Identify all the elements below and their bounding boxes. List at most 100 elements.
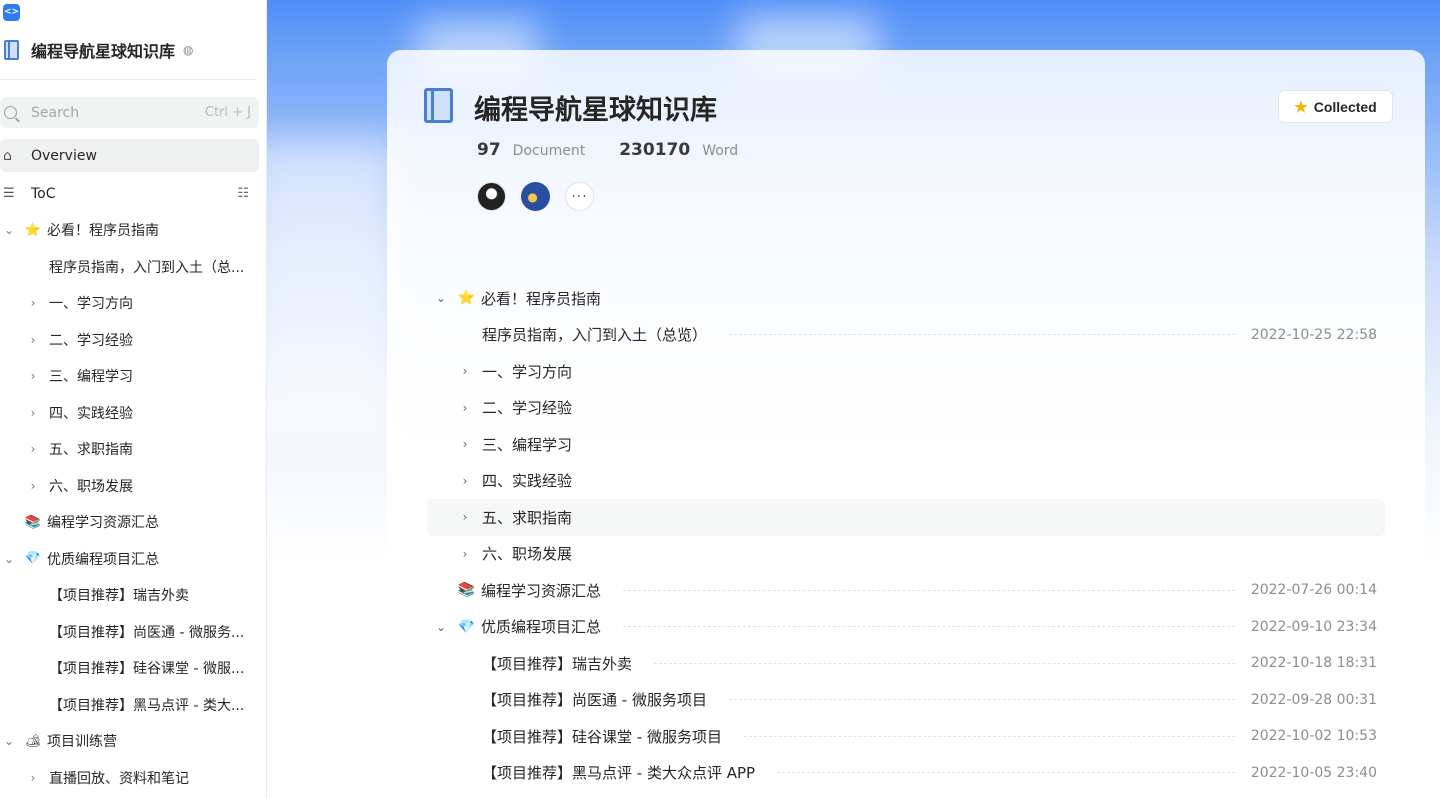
- chevron-right-icon[interactable]: ›: [27, 369, 39, 383]
- toc-row[interactable]: ⌄ ⭐ 必看！程序员指南: [427, 280, 1385, 317]
- chevron-down-icon[interactable]: ⌄: [3, 734, 15, 748]
- toc-item-title[interactable]: 编程学习资源汇总: [481, 580, 601, 601]
- toc-icon: ☰: [3, 186, 15, 201]
- toc-item-title[interactable]: 【项目推荐】硅谷课堂 - 微服务项目: [482, 726, 722, 747]
- star-emoji-icon: ⭐: [24, 222, 42, 238]
- chevron-right-icon[interactable]: ›: [458, 510, 472, 524]
- toc-item-title[interactable]: 一、学习方向: [482, 361, 572, 382]
- sidebar-tree-item[interactable]: 【项目推荐】黑马点评 - 类大...: [0, 687, 259, 724]
- toc-item-title[interactable]: 六、职场发展: [482, 543, 572, 564]
- chevron-right-icon[interactable]: ›: [27, 406, 39, 420]
- chevron-right-icon[interactable]: ›: [27, 333, 39, 347]
- toc-row[interactable]: › 四、实践经验: [427, 463, 1385, 500]
- toc-item-title[interactable]: 四、实践经验: [482, 470, 572, 491]
- more-collaborators-button[interactable]: ···: [565, 182, 594, 211]
- sidebar-tree-item[interactable]: 📚 编程学习资源汇总: [0, 504, 259, 541]
- chevron-down-icon[interactable]: ⌄: [434, 620, 448, 634]
- dotted-leader: [729, 334, 1235, 336]
- toc-item-title[interactable]: 程序员指南，入门到入土（总览）: [482, 324, 707, 345]
- books-emoji-icon: 📚: [457, 582, 476, 599]
- toc-item-title[interactable]: 【项目推荐】黑马点评 - 类大众点评 APP: [482, 762, 755, 783]
- toc-item-title[interactable]: 二、学习经验: [482, 397, 572, 418]
- toc-row[interactable]: 程序员指南，入门到入土（总览） 2022-10-25 22:58: [427, 317, 1385, 354]
- toc-item-title[interactable]: 【项目推荐】尚医通 - 微服务项目: [482, 689, 707, 710]
- sidebar-tree-item[interactable]: ⌄ 💎 优质编程项目汇总: [0, 541, 259, 578]
- toc-item-title[interactable]: 五、求职指南: [482, 507, 572, 528]
- sidebar-book-title[interactable]: 编程导航星球知识库: [31, 38, 175, 62]
- toc-item-title[interactable]: 【项目推荐】瑞吉外卖: [482, 653, 632, 674]
- sidebar-tree-item[interactable]: › 六、职场发展: [0, 468, 259, 505]
- toc-item-date: 2022-09-28 00:31: [1250, 691, 1377, 708]
- toc-row[interactable]: 【项目推荐】黑马点评 - 类大众点评 APP 2022-10-05 23:40: [427, 755, 1385, 792]
- sidebar-item-label: 【项目推荐】硅谷课堂 - 微服...: [49, 661, 245, 678]
- sidebar-item-label: 二、学习经验: [49, 332, 133, 349]
- toc-menu-icon[interactable]: ☷: [237, 186, 249, 201]
- document-label: Document: [512, 143, 586, 159]
- chevron-right-icon[interactable]: ›: [458, 401, 472, 415]
- sidebar-tree-item[interactable]: 【项目推荐】硅谷课堂 - 微服...: [0, 650, 259, 687]
- collected-button[interactable]: ★ Collected: [1278, 90, 1393, 123]
- chevron-right-icon[interactable]: ›: [458, 364, 472, 378]
- sidebar-tree-item[interactable]: › 五、求职指南: [0, 431, 259, 468]
- book-header: 编程导航星球知识库 ◍: [4, 36, 194, 64]
- chevron-down-icon[interactable]: ⌄: [3, 223, 15, 237]
- toc-item-date: 2022-10-02 10:53: [1250, 728, 1377, 745]
- toc-item-title[interactable]: 三、编程学习: [482, 434, 572, 455]
- avatar[interactable]: [477, 182, 506, 211]
- sidebar-item-label: 【项目推荐】尚医通 - 微服务...: [49, 624, 245, 641]
- sidebar-tree-item[interactable]: ⌄ 🏕 项目训练营: [0, 723, 259, 760]
- toc-row[interactable]: 【项目推荐】尚医通 - 微服务项目 2022-09-28 00:31: [427, 682, 1385, 719]
- chevron-right-icon[interactable]: ›: [27, 442, 39, 456]
- sidebar-item-label: 五、求职指南: [49, 442, 133, 459]
- background-blob: [267, 140, 397, 440]
- toc-row[interactable]: › 三、编程学习: [427, 426, 1385, 463]
- dotted-leader: [728, 699, 1235, 701]
- chevron-down-icon[interactable]: ⌄: [3, 552, 15, 566]
- sidebar-tree-item[interactable]: › 三、编程学习: [0, 358, 259, 395]
- sidebar-tree-item[interactable]: › 一、学习方向: [0, 285, 259, 322]
- toc-row[interactable]: › 二、学习经验: [427, 390, 1385, 427]
- chevron-right-icon[interactable]: ›: [27, 771, 39, 785]
- word-label: Word: [702, 143, 739, 159]
- chevron-down-icon[interactable]: ⌄: [434, 291, 448, 305]
- toc-row[interactable]: › 六、职场发展: [427, 536, 1385, 573]
- sidebar-item-label: 四、实践经验: [49, 405, 133, 422]
- toc-row[interactable]: 【项目推荐】硅谷课堂 - 微服务项目 2022-10-02 10:53: [427, 718, 1385, 755]
- gem-emoji-icon: 💎: [24, 551, 42, 567]
- sidebar-item-label: 优质编程项目汇总: [47, 551, 159, 568]
- chevron-right-icon[interactable]: ›: [458, 547, 472, 561]
- divider: [0, 79, 256, 80]
- toc-row[interactable]: › 一、学习方向: [427, 353, 1385, 390]
- chevron-right-icon[interactable]: ›: [27, 296, 39, 310]
- toc-row[interactable]: › 五、求职指南: [427, 499, 1385, 536]
- chevron-right-icon[interactable]: ›: [27, 479, 39, 493]
- dotted-leader: [623, 589, 1235, 591]
- sidebar-tree-item[interactable]: › 四、实践经验: [0, 395, 259, 432]
- toc-item-date: 2022-10-18 18:31: [1250, 655, 1377, 672]
- sidebar-item-label: 程序员指南，入门到入土（总...: [49, 259, 245, 276]
- main-area: 编程导航星球知识库 ★ Collected 97 Document 230170…: [267, 0, 1440, 798]
- document-count: 97: [477, 140, 501, 160]
- sidebar-item-label: 编程学习资源汇总: [47, 515, 159, 532]
- book-settings-icon[interactable]: ◍: [183, 43, 193, 57]
- toc-row[interactable]: 📚 编程学习资源汇总 2022-07-26 00:14: [427, 572, 1385, 609]
- toc-item-title[interactable]: 优质编程项目汇总: [481, 616, 601, 637]
- toc-row[interactable]: ⌄ 💎 优质编程项目汇总 2022-09-10 23:34: [427, 609, 1385, 646]
- sidebar-tree-item[interactable]: 【项目推荐】瑞吉外卖: [0, 577, 259, 614]
- toc-row[interactable]: 【项目推荐】瑞吉外卖 2022-10-18 18:31: [427, 645, 1385, 682]
- sidebar-item-toc[interactable]: ☰ ToC ☷: [0, 177, 259, 210]
- search-input[interactable]: Search Ctrl + J: [0, 97, 259, 128]
- avatar[interactable]: [521, 182, 550, 211]
- word-count: 230170: [619, 140, 691, 160]
- sidebar-item-overview[interactable]: ⌂ Overview: [0, 139, 259, 172]
- chevron-right-icon[interactable]: ›: [458, 437, 472, 451]
- sidebar-tree-item[interactable]: › 直播回放、资料和笔记: [0, 760, 259, 797]
- app-logo-icon[interactable]: <>: [3, 4, 20, 21]
- search-placeholder: Search: [31, 104, 80, 121]
- sidebar-tree-item[interactable]: › 二、学习经验: [0, 322, 259, 359]
- chevron-right-icon[interactable]: ›: [458, 474, 472, 488]
- sidebar-tree-item[interactable]: 程序员指南，入门到入土（总...: [0, 249, 259, 286]
- sidebar-tree-item[interactable]: 【项目推荐】尚医通 - 微服务...: [0, 614, 259, 651]
- sidebar-tree-item[interactable]: ⌄ ⭐ 必看！程序员指南: [0, 212, 259, 249]
- toc-item-title[interactable]: 必看！程序员指南: [481, 288, 601, 309]
